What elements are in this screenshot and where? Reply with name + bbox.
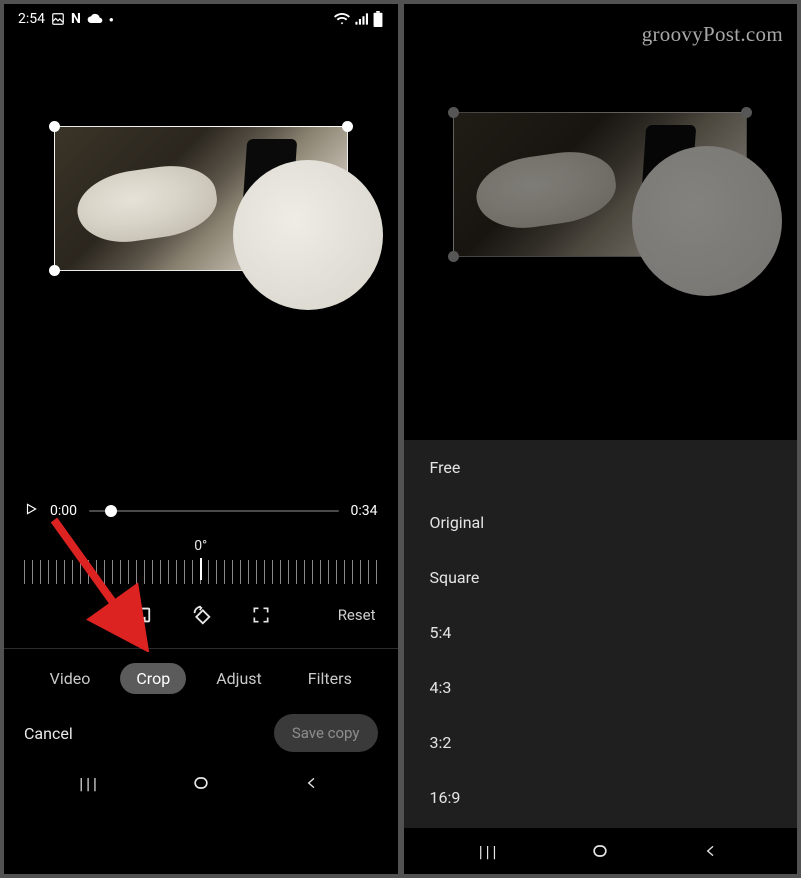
status-time: 2:54 — [18, 11, 45, 27]
recents-icon[interactable]: ||| — [478, 840, 500, 862]
recents-icon[interactable]: ||| — [79, 772, 101, 794]
android-nav-bar: ||| — [4, 760, 398, 806]
aspect-option-original[interactable]: Original — [404, 495, 798, 550]
aspect-option-16-9[interactable]: 16:9 — [404, 770, 798, 825]
android-nav-bar: ||| — [404, 828, 798, 874]
tab-filters[interactable]: Filters — [292, 663, 368, 694]
crop-frame[interactable] — [453, 112, 747, 257]
back-icon[interactable] — [301, 772, 323, 794]
aspect-option-5-4[interactable]: 5:4 — [404, 605, 798, 660]
aspect-ratio-menu: Free Original Square 5:4 4:3 3:2 16:9 — [404, 440, 798, 828]
rotation-dial-track[interactable] — [24, 560, 378, 584]
wifi-icon — [334, 12, 350, 26]
save-copy-button[interactable]: Save copy — [274, 714, 378, 752]
cancel-button[interactable]: Cancel — [24, 724, 73, 743]
playback-current-time: 0:00 — [50, 503, 77, 519]
scrubber-track[interactable] — [89, 510, 339, 512]
reset-button[interactable]: Reset — [338, 606, 376, 624]
video-preview — [4, 34, 398, 374]
aspect-option-square[interactable]: Square — [404, 550, 798, 605]
rotation-angle: 0° — [4, 538, 398, 554]
dot-icon: ● — [109, 15, 114, 24]
rotation-dial: 0° — [4, 538, 398, 584]
aspect-ratio-icon[interactable] — [130, 604, 152, 626]
netflix-icon: N — [71, 11, 81, 27]
phone-screenshot-left: 2:54 N ● 0:00 0:34 0° — [4, 4, 398, 874]
cloud-icon — [87, 13, 103, 25]
tab-crop[interactable]: Crop — [120, 663, 186, 694]
battery-icon — [372, 11, 384, 27]
crop-handle-tr[interactable] — [342, 121, 353, 132]
home-icon[interactable] — [589, 840, 611, 862]
expand-icon[interactable] — [250, 604, 272, 626]
phone-screenshot-right: groovyPost.com Free Original Square 5:4 … — [404, 4, 798, 874]
playback-duration: 0:34 — [351, 503, 378, 519]
crop-tool-row: Reset — [4, 604, 398, 626]
status-bar: 2:54 N ● — [4, 4, 398, 34]
watermark: groovyPost.com — [642, 22, 783, 47]
scrubber-knob[interactable] — [105, 505, 117, 517]
aspect-option-3-2[interactable]: 3:2 — [404, 715, 798, 770]
action-row: Cancel Save copy — [4, 708, 398, 760]
crop-handle-tl[interactable] — [49, 121, 60, 132]
home-icon[interactable] — [190, 772, 212, 794]
crop-handle-bl[interactable] — [49, 265, 60, 276]
crop-handle-tr[interactable] — [741, 107, 752, 118]
crop-handle-tl[interactable] — [448, 107, 459, 118]
aspect-option-free[interactable]: Free — [404, 440, 798, 495]
crop-handle-br[interactable] — [342, 265, 353, 276]
play-icon[interactable] — [24, 502, 38, 520]
crop-handle-bl[interactable] — [448, 251, 459, 262]
crop-frame[interactable] — [54, 126, 348, 271]
aspect-option-4-3[interactable]: 4:3 — [404, 660, 798, 715]
rotate-icon[interactable] — [190, 604, 212, 626]
tab-adjust[interactable]: Adjust — [200, 663, 278, 694]
image-icon — [51, 12, 65, 26]
crop-handle-br[interactable] — [741, 251, 752, 262]
edit-tabs: Video Crop Adjust Filters — [4, 649, 398, 708]
video-preview — [404, 4, 798, 404]
back-icon[interactable] — [700, 840, 722, 862]
tab-video[interactable]: Video — [34, 663, 107, 694]
video-scrubber: 0:00 0:34 — [4, 502, 398, 520]
signal-icon — [354, 12, 368, 26]
